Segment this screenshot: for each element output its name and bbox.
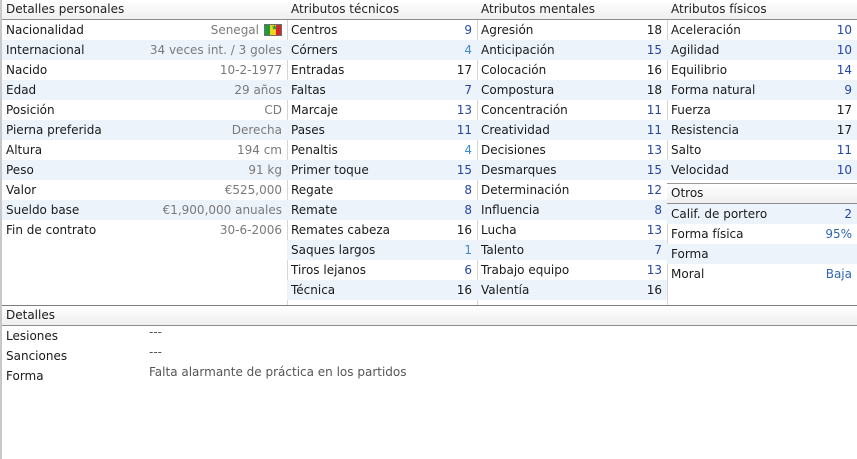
attr-row: Forma <box>667 244 857 264</box>
technical-attributes-panel: Atributos técnicos Centros 9 Córners 4 Ent… <box>287 0 477 300</box>
attr-row: Córners 4 <box>287 40 477 60</box>
details-row-form: Forma Falta alarmante de práctica en los… <box>6 365 407 383</box>
personal-row-value: Valor €525,000 <box>6 183 282 197</box>
attr-row: Decisiones 13 <box>481 143 662 157</box>
personal-row-preferred-foot: Pierna preferida Derecha <box>2 120 287 140</box>
attr-row: Agresión 18 <box>481 23 662 37</box>
attr-row: Penaltis 4 <box>291 143 472 157</box>
attr-row: Técnica 16 <box>287 280 477 300</box>
attr-row: Creatividad 11 <box>477 120 667 140</box>
attr-row: Compostura 18 <box>477 80 667 100</box>
attr-row: Talento 7 <box>477 240 667 260</box>
attr-row: Centros 9 <box>291 23 472 37</box>
attr-row: Desmarques 15 <box>477 160 667 180</box>
attr-row: Colocación 16 <box>481 63 662 77</box>
details-panel: Detalles Lesiones --- Sanciones --- Form… <box>2 305 857 386</box>
attr-row: Valentía 16 <box>477 280 667 300</box>
attr-row: Agilidad 10 <box>667 40 857 60</box>
attr-row: Aceleración 10 <box>671 23 852 37</box>
personal-row-nationality: Nacionalidad Senegal ★ <box>2 20 287 40</box>
personal-details-header: Detalles personales <box>2 0 287 20</box>
personal-row-position: Posición CD <box>6 103 282 117</box>
attr-row: Anticipación 15 <box>477 40 667 60</box>
nationality-value: Senegal <box>210 23 259 37</box>
technical-attributes-header: Atributos técnicos <box>287 0 477 20</box>
physical-attributes-panel: Atributos físicos Aceleración 10 Agilidad… <box>667 0 857 284</box>
attr-row: Primer toque 15 <box>287 160 477 180</box>
attr-row: Calif. de portero 2 <box>667 204 857 224</box>
attr-row: Equilibrio 14 <box>671 63 852 77</box>
details-row-injuries: Lesiones --- <box>6 325 162 343</box>
attr-row: Moral Baja <box>671 267 852 281</box>
attr-row: Resistencia 17 <box>667 120 857 140</box>
attr-row: Marcaje 13 <box>291 103 472 117</box>
details-row-suspensions: Sanciones --- <box>6 345 162 363</box>
attr-row: Saques largos 1 <box>287 240 477 260</box>
mental-attributes-header: Atributos mentales <box>477 0 667 20</box>
physical-attributes-header: Atributos físicos <box>667 0 857 20</box>
attr-row: Determinación 12 <box>481 183 662 197</box>
attr-row: Remates cabeza 16 <box>291 223 472 237</box>
attr-row: Remate 8 <box>287 200 477 220</box>
personal-row-contract-end: Fin de contrato 30-6-2006 <box>6 223 282 237</box>
details-header: Detalles <box>2 305 857 326</box>
attr-row: Forma física 95% <box>671 227 852 241</box>
attr-row: Velocidad 10 <box>667 160 857 180</box>
personal-details-panel: Detalles personales Nacionalidad Senegal… <box>2 0 287 240</box>
senegal-flag-icon: ★ <box>264 23 282 36</box>
others-header: Otros <box>667 183 857 204</box>
personal-row-age: Edad 29 años <box>2 80 287 100</box>
personal-row-born: Nacido 10-2-1977 <box>6 63 282 77</box>
attr-row: Influencia 8 <box>477 200 667 220</box>
mental-attributes-panel: Atributos mentales Agresión 18 Anticipaci… <box>477 0 667 300</box>
personal-row-height: Altura 194 cm <box>6 143 282 157</box>
attr-row: Regate 8 <box>291 183 472 197</box>
attr-row: Tiros lejanos 6 <box>291 263 472 277</box>
attr-row: Entradas 17 <box>291 63 472 77</box>
attr-row: Fuerza 17 <box>671 103 852 117</box>
personal-row-international: Internacional 34 veces int. / 3 goles <box>2 40 287 60</box>
attr-row: Faltas 7 <box>287 80 477 100</box>
attr-row: Trabajo equipo 13 <box>481 263 662 277</box>
personal-row-wage: Sueldo base €1,900,000 anuales <box>2 200 287 220</box>
attr-row: Concentración 11 <box>481 103 662 117</box>
attr-row: Pases 11 <box>287 120 477 140</box>
personal-row-weight: Peso 91 kg <box>2 160 287 180</box>
attr-row: Salto 11 <box>671 143 852 157</box>
attr-row: Forma natural 9 <box>667 80 857 100</box>
attr-row: Lucha 13 <box>481 223 662 237</box>
